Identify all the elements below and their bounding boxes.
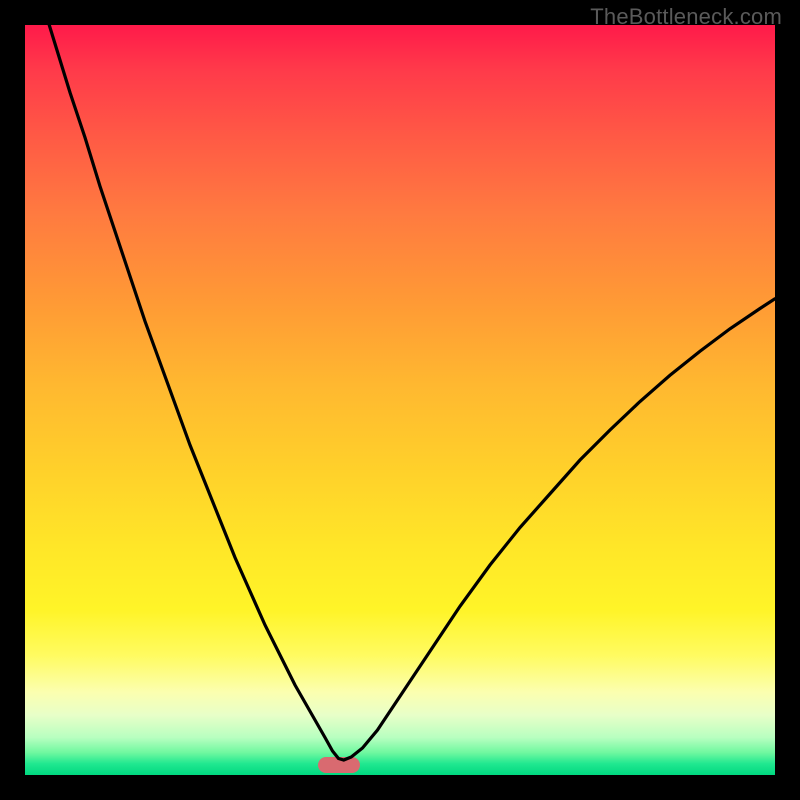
curve-svg bbox=[25, 25, 775, 775]
attribution-text: TheBottleneck.com bbox=[590, 4, 782, 30]
bottleneck-chart bbox=[25, 25, 775, 775]
bottleneck-curve-path bbox=[25, 25, 775, 760]
